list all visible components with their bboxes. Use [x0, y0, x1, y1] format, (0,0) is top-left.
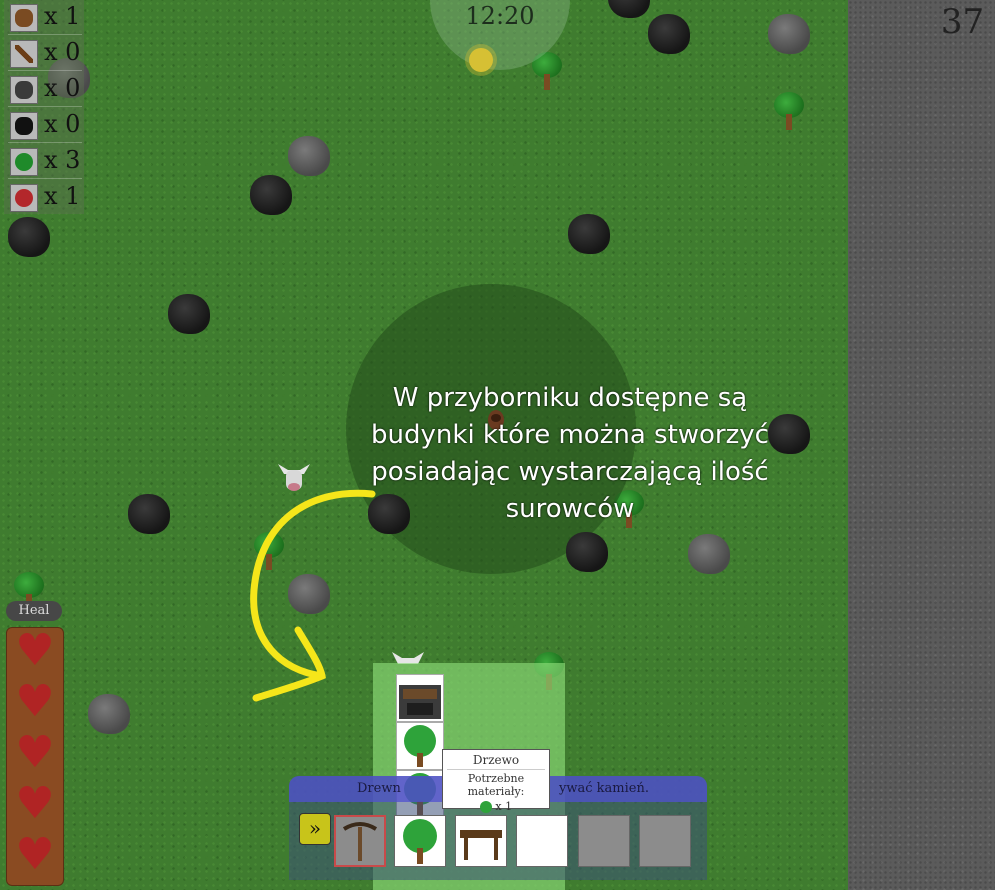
- rock[interactable]: [688, 534, 730, 574]
- heal-button[interactable]: Heal: [6, 601, 62, 621]
- resource-row-log: x 1: [8, 0, 82, 35]
- resource-count: x 1: [44, 2, 81, 30]
- sapling-icon: [10, 148, 38, 176]
- rock[interactable]: [608, 0, 650, 18]
- stick-icon: [10, 40, 38, 68]
- rock[interactable]: [168, 294, 210, 334]
- tutorial-text: W przyborniku dostępne są budynki które …: [371, 383, 769, 524]
- rock[interactable]: [128, 494, 170, 534]
- rock[interactable]: [288, 136, 330, 176]
- resource-row-stone: x 0: [8, 72, 82, 107]
- table-icon: [460, 830, 502, 860]
- rock[interactable]: [566, 532, 608, 572]
- sun-icon: [469, 48, 493, 72]
- heart-icon: ♥: [15, 676, 55, 727]
- resource-count: x 0: [44, 74, 81, 102]
- heart-icon: ♥: [15, 829, 55, 880]
- sapling-icon: [479, 801, 492, 813]
- toolbar-message-left: Drewn: [357, 781, 401, 796]
- tooltip-title: Drzewo: [447, 753, 545, 770]
- build-item-furnace[interactable]: [396, 674, 444, 722]
- coal-icon: [10, 112, 38, 140]
- furnace-icon: [399, 685, 441, 719]
- resource-row-sapling: x 3: [8, 144, 82, 179]
- rock[interactable]: [768, 14, 810, 54]
- toolbar-slot-pickaxe[interactable]: [334, 815, 386, 867]
- tree-icon: [403, 819, 437, 864]
- rock[interactable]: [648, 14, 690, 54]
- score-counter: 37: [940, 2, 985, 42]
- resource-count: x 0: [44, 110, 81, 138]
- build-item-tree[interactable]: [396, 722, 444, 770]
- game-world[interactable]: 12:20 x 1 x 0 x 0 x 0 x 3 x 1 Heal ♥ ♥ ♥…: [0, 0, 848, 890]
- toolbar-slot-table[interactable]: [455, 815, 507, 867]
- resource-count: x 3: [44, 146, 81, 174]
- stone-icon: [10, 76, 38, 104]
- toolbar-slot-tree[interactable]: [394, 815, 446, 867]
- resource-count: x 0: [44, 38, 81, 66]
- heart-icon: ♥: [15, 625, 55, 676]
- toolbar-message-right: ywać kamień.: [559, 781, 649, 796]
- heart-icon: ♥: [15, 778, 55, 829]
- rock[interactable]: [568, 214, 610, 254]
- tooltip-material-count: x 1: [495, 800, 513, 813]
- resource-row-meat: x 1: [8, 180, 82, 214]
- heart-icon: ♥: [15, 727, 55, 778]
- resource-row-stick: x 0: [8, 36, 82, 71]
- build-tooltip: Drzewo Potrzebne materiały: x 1: [442, 749, 550, 813]
- resource-count: x 1: [44, 182, 81, 210]
- road-area: [848, 0, 995, 890]
- rock[interactable]: [8, 217, 50, 257]
- meat-icon: [10, 184, 38, 212]
- tree[interactable]: [772, 92, 806, 132]
- health-bar: ♥ ♥ ♥ ♥ ♥: [6, 627, 64, 886]
- toolbar-slot-empty[interactable]: [639, 815, 691, 867]
- collapse-toolbar-button[interactable]: »: [299, 813, 331, 845]
- resource-row-coal: x 0: [8, 108, 82, 143]
- toolbar-slot-empty[interactable]: [516, 815, 568, 867]
- tooltip-material: x 1: [443, 800, 549, 813]
- rock[interactable]: [88, 694, 130, 734]
- rock[interactable]: [250, 175, 292, 215]
- pickaxe-icon: [342, 822, 378, 861]
- resource-panel: x 1 x 0 x 0 x 0 x 3 x 1: [4, 0, 84, 214]
- tooltip-materials-label: Potrzebne materiały:: [467, 772, 525, 798]
- log-icon: [10, 4, 38, 32]
- tutorial-arrow: [250, 489, 376, 702]
- tree-icon: [404, 725, 436, 767]
- game-clock: 12:20: [465, 2, 535, 30]
- toolbar-slot-empty[interactable]: [578, 815, 630, 867]
